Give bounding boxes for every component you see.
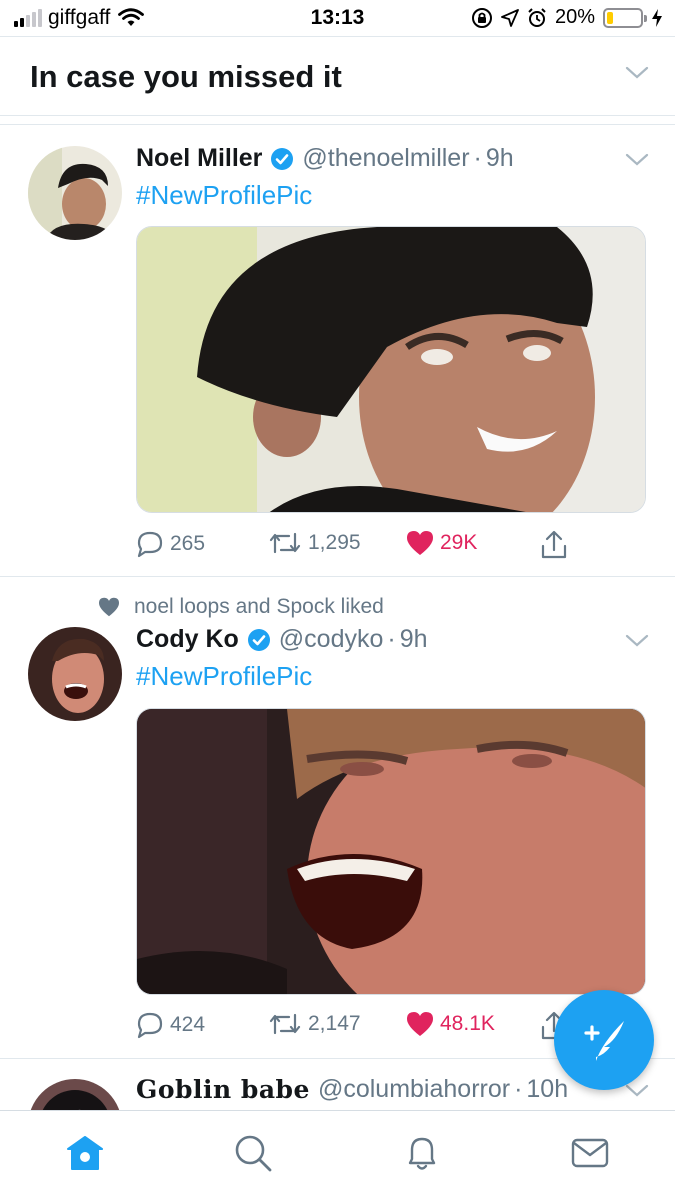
tab-bar [0,1110,675,1200]
battery-percentage: 20% [554,6,595,28]
tweet[interactable]: noel loops and Spock liked Cody Ko @cody… [0,577,675,1057]
avatar[interactable] [28,627,122,721]
like-button[interactable]: 48.1K [406,1011,495,1037]
separator-dot: · [387,625,396,653]
separator-dot: · [473,144,482,172]
reply-button[interactable]: 265 [136,530,205,558]
author-name[interactable]: Cody Ko [136,625,239,654]
messages-icon [571,1138,609,1168]
heart-icon [407,1012,433,1036]
chevron-down-icon[interactable] [625,1083,649,1099]
separator-dot: · [514,1075,523,1103]
tweet-header: Noel Miller @thenoelmiller · 9h [136,144,514,173]
rotation-lock-icon [471,7,492,28]
home-icon [67,1136,103,1170]
location-arrow-icon [501,8,519,27]
reply-count: 424 [170,1013,206,1036]
social-context-text[interactable]: noel loops and Spock liked [134,595,384,619]
status-right: 20% [471,6,663,29]
tab-home[interactable] [63,1131,107,1175]
charging-bolt-icon [652,8,662,27]
divider [0,124,675,125]
like-count: 48.1K [440,1012,495,1035]
status-bar: giffgaff 13:13 20% [0,0,675,36]
social-context: noel loops and Spock liked [98,595,384,619]
compose-tweet-button[interactable] [554,990,654,1090]
tweet[interactable]: Noel Miller @thenoelmiller · 9h #NewProf… [0,130,675,575]
author-name[interactable]: Noel Miller [136,144,262,173]
tweet-time[interactable]: 9h [400,625,428,654]
heart-icon [99,597,119,617]
retweet-count: 2,147 [308,1012,361,1035]
chevron-down-icon[interactable] [625,633,649,649]
retweet-button[interactable]: 2,147 [268,1011,361,1037]
like-count: 29K [440,531,478,554]
avatar[interactable] [28,146,122,240]
tweet-text[interactable]: #NewProfilePic [136,180,312,211]
section-header: In case you missed it [0,36,675,116]
chevron-down-icon[interactable] [625,65,649,81]
heart-icon [407,531,433,555]
tweet-text[interactable]: #NewProfilePic [136,661,312,692]
author-handle[interactable]: @codyko [279,625,384,654]
tweet-header: Goblin babe @columbiahorror · 10h [136,1075,568,1104]
reply-button[interactable]: 424 [136,1011,205,1039]
author-name[interactable]: Goblin babe [136,1075,310,1104]
like-button[interactable]: 29K [406,530,477,556]
tweet-header: Cody Ko @codyko · 9h [136,625,428,654]
alarm-icon [528,7,546,27]
author-handle[interactable]: @thenoelmiller [302,144,469,173]
tab-search[interactable] [231,1131,275,1175]
search-icon [235,1135,272,1172]
battery-icon [603,7,647,28]
compose-tweet-icon [584,1021,624,1061]
section-title: In case you missed it [30,59,342,94]
tab-messages[interactable] [568,1131,612,1175]
tweet-actions: 265 1,295 29K [136,530,646,566]
retweet-icon [269,532,301,554]
retweet-count: 1,295 [308,531,361,554]
author-handle[interactable]: @columbiahorror [318,1075,510,1104]
share-icon [541,530,567,559]
chevron-down-icon[interactable] [625,152,649,168]
share-button[interactable] [540,530,568,560]
verified-badge-icon [271,147,294,170]
tweet-media[interactable] [136,226,646,513]
tab-notifications[interactable] [400,1131,444,1175]
tweet-time[interactable]: 10h [526,1075,568,1104]
retweet-button[interactable]: 1,295 [268,530,361,556]
avatar[interactable] [28,1079,122,1110]
tweet-media[interactable] [136,708,646,995]
reply-icon [137,531,163,558]
notifications-icon [408,1137,436,1170]
reply-icon [137,1012,163,1039]
retweet-icon [269,1013,301,1035]
verified-badge-icon [247,628,270,651]
reply-count: 265 [170,532,206,555]
tweet-time[interactable]: 9h [486,144,514,173]
